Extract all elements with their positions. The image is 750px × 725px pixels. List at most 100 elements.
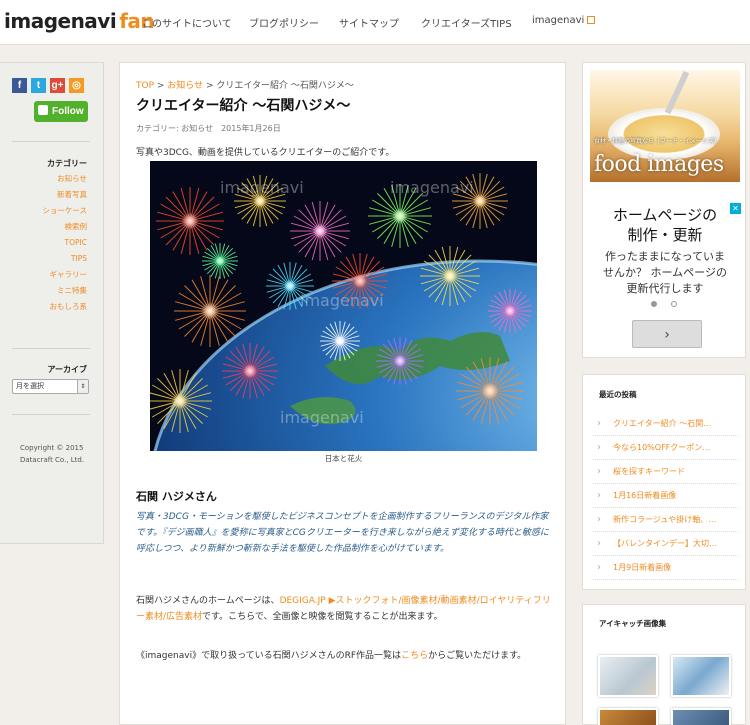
ad-body: 作ったままになっていま せんか？ ホームページの 更新代行します: [583, 249, 747, 297]
site-logo[interactable]: imagenavi fan: [4, 9, 155, 33]
external-link-icon: [587, 16, 596, 24]
rf-paragraph: 《imagenavi》で取り扱っている石関ハジメさんのRF作品一覧はこちらからご…: [136, 648, 554, 664]
rss-icon[interactable]: ◎: [69, 78, 84, 93]
post-meta: カテゴリー: お知らせ 2015年1月26日: [136, 123, 281, 134]
ad-next-button[interactable]: ›: [632, 320, 702, 348]
category-link[interactable]: ショーケース: [42, 203, 87, 219]
artist-description: 写真・3DCG・モーションを駆使したビジネスコンセプトを企画制作するフリーランス…: [136, 512, 549, 554]
recent-post-link[interactable]: 1月9日新着画像: [593, 556, 738, 580]
recent-post-link[interactable]: 今なら10%OFFクーポン…: [593, 436, 738, 460]
copyright-company: Datacraft Co., Ltd.: [20, 456, 85, 464]
category-link[interactable]: 新着写真: [42, 187, 87, 203]
image-watermark: imagenavi: [220, 178, 304, 197]
category-link[interactable]: 検索例: [42, 219, 88, 235]
breadcrumb-separator: >: [154, 81, 168, 91]
feedly-icon: [38, 105, 48, 115]
archive-heading: アーカイブ: [47, 365, 87, 374]
nav-imagenavi[interactable]: imagenavi: [532, 15, 596, 26]
homepage-pre: 石関ハジメさんのホームページは、: [136, 596, 280, 606]
image-watermark: imagenavi: [300, 291, 384, 310]
archive-select[interactable]: 月を選択 ⇕: [12, 379, 89, 394]
eyecatch-thumbnail[interactable]: [598, 655, 658, 697]
rf-link[interactable]: こちら: [401, 651, 428, 661]
firework-burst: [456, 357, 524, 425]
page-title: クリエイター紹介 ～石関ハジメ～: [136, 98, 351, 114]
eyecatch-widget: アイキャッチ画像集: [582, 604, 746, 725]
carousel-dot-active[interactable]: [651, 301, 657, 307]
archive-select-value: 月を選択: [16, 382, 44, 390]
ad-headline-line: 制作・更新: [627, 226, 703, 244]
category-link[interactable]: TIPS: [42, 251, 87, 267]
recent-post-link[interactable]: クリエイター紹介 ～石関…: [593, 412, 738, 436]
breadcrumb-category[interactable]: お知らせ: [167, 81, 203, 91]
category-link[interactable]: ギャラリー: [42, 267, 88, 283]
eyecatch-heading: アイキャッチ画像集: [599, 619, 667, 628]
recent-posts-widget: 最近の投稿 クリエイター紹介 ～石関… 今なら10%OFFクーポン… 桜を探すキ…: [582, 374, 746, 590]
category-link[interactable]: お知らせ: [42, 171, 87, 187]
site-header: imagenavi fan このサイトについて ブログポリシー サイトマップ クリ…: [0, 0, 750, 45]
hero-image-fireworks[interactable]: imagenavi imagenavi imagenavi imagenavi: [150, 161, 537, 451]
rf-post: からご覧いただけます。: [428, 651, 527, 661]
nav-sitemap[interactable]: サイトマップ: [339, 15, 399, 30]
breadcrumb-separator: >: [203, 81, 217, 91]
image-watermark: imagenavi: [390, 178, 474, 197]
nav-creators-tips[interactable]: クリエイターズTIPS: [421, 15, 512, 30]
article: TOP > お知らせ > クリエイター紹介 ～石関ハジメ～ クリエイター紹介 ～…: [119, 62, 566, 725]
food-images-banner[interactable]: 食材・料理の写真なら［フード・イメージズ］ food images: [590, 70, 740, 182]
eyecatch-thumbnail[interactable]: [671, 708, 731, 725]
category-link[interactable]: おもしろ系: [42, 299, 88, 315]
homepage-paragraph: 石関ハジメさんのホームページは、DEGIGA.JP ▶ストックフォト/画像素材/…: [136, 593, 554, 625]
eyecatch-thumbnail[interactable]: [598, 708, 658, 725]
ad-body-line: 作ったままになっていま: [604, 250, 726, 263]
recent-list: クリエイター紹介 ～石関… 今なら10%OFFクーポン… 桜を探すキーワード 1…: [593, 412, 738, 580]
intro-text: 写真や3DCG、動画を提供しているクリエイターのご紹介です。: [136, 148, 395, 158]
ad-body-line: せんか？ ホームページの: [603, 266, 727, 279]
twitter-icon[interactable]: t: [31, 78, 46, 93]
recent-heading: 最近の投稿: [599, 390, 637, 399]
nav-about[interactable]: このサイトについて: [142, 15, 232, 30]
fireworks-earth-illustration: imagenavi imagenavi imagenavi imagenavi: [150, 161, 537, 451]
recent-post-link[interactable]: 【バレンタインデー】大切…: [593, 532, 738, 556]
ad-widget: 食材・料理の写真なら［フード・イメージズ］ food images ✕ ホームペ…: [582, 62, 746, 358]
category-heading: カテゴリー: [47, 159, 87, 168]
eyecatch-thumbnail[interactable]: [671, 655, 731, 697]
firework-burst: [488, 289, 532, 333]
follow-label: Follow: [52, 106, 84, 117]
copyright-line: Copyright © 2015: [20, 444, 84, 452]
breadcrumb-current: クリエイター紹介 ～石関ハジメ～: [216, 81, 354, 91]
fork-shape: [664, 70, 690, 115]
category-link[interactable]: ミニ特集: [42, 283, 87, 299]
artist-name: 石関 ハジメさん: [136, 490, 217, 503]
facebook-icon[interactable]: f: [12, 78, 27, 93]
recent-post-link[interactable]: 1月16日新着画像: [593, 484, 738, 508]
firework-burst: [156, 187, 224, 255]
ad-headline-line: ホームページの: [612, 206, 718, 224]
breadcrumb: TOP > お知らせ > クリエイター紹介 ～石関ハジメ～: [136, 78, 354, 91]
firework-burst: [222, 343, 278, 399]
image-watermark: imagenavi: [280, 408, 364, 427]
firework-burst: [174, 275, 246, 347]
firework-burst: [202, 243, 238, 279]
logo-main: imagenavi: [4, 9, 117, 33]
left-sidebar: f t g+ ◎ Follow カテゴリー お知らせ 新着写真 ショーケース 検…: [0, 62, 104, 544]
post-date: 2015年1月26日: [221, 124, 281, 133]
image-caption: 日本と花火: [324, 454, 363, 463]
select-arrows-icon: ⇕: [77, 380, 88, 393]
recent-post-link[interactable]: 新作コラージュや掛け軸、…: [593, 508, 738, 532]
category-link[interactable]: TOPIC: [42, 235, 87, 251]
food-brand: food images: [594, 152, 724, 177]
post-category: カテゴリー: お知らせ: [136, 124, 214, 133]
firework-burst: [320, 321, 360, 361]
divider: [12, 414, 90, 415]
divider: [12, 348, 90, 349]
copyright: Copyright © 2015 Datacraft Co., Ltd.: [20, 442, 84, 466]
follow-button[interactable]: Follow: [34, 101, 88, 122]
recent-post-link[interactable]: 桜を探すキーワード: [593, 460, 738, 484]
nav-blog-policy[interactable]: ブログポリシー: [249, 15, 319, 30]
ad-body-line: 更新代行します: [626, 282, 704, 295]
nav-imagenavi-label: imagenavi: [532, 15, 585, 26]
carousel-dot[interactable]: [671, 301, 677, 307]
breadcrumb-top[interactable]: TOP: [136, 81, 154, 91]
googleplus-icon[interactable]: g+: [50, 78, 65, 93]
ad-headline[interactable]: ホームページの 制作・更新: [583, 205, 747, 245]
